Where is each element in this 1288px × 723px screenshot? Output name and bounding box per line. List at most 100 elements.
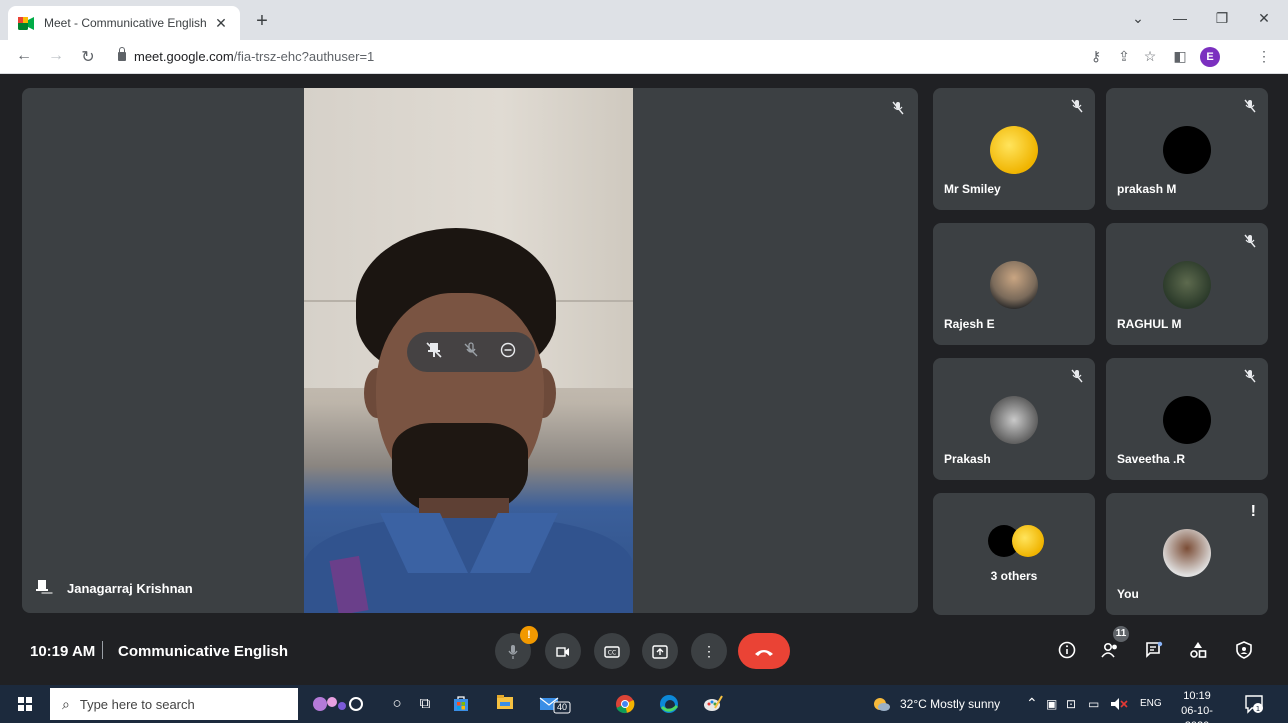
muted-mic-icon <box>1242 233 1258 249</box>
meet-stage: Janagarraj Krishnan Mr Smiley prakash M … <box>0 75 1288 685</box>
captions-button[interactable]: CC <box>594 633 630 669</box>
leave-call-button[interactable] <box>738 633 790 669</box>
chat-icon[interactable] <box>1142 641 1166 664</box>
key-icon[interactable]: ⚷ <box>1086 48 1106 65</box>
weather-icon[interactable] <box>872 695 892 716</box>
notifications-icon[interactable]: 1 <box>1244 694 1264 717</box>
meeting-time: 10:19 AM <box>30 643 96 660</box>
unpin-icon[interactable] <box>421 341 447 363</box>
muted-mic-icon <box>1069 98 1085 114</box>
avatar <box>1163 529 1211 577</box>
restore-button[interactable]: ❐ <box>1202 10 1242 27</box>
store-icon[interactable] <box>450 694 472 714</box>
main-tile-mute-icon <box>890 100 906 121</box>
alert-icon[interactable]: ! <box>1251 503 1256 521</box>
side-panel-icon[interactable]: ◧ <box>1170 48 1190 65</box>
people-icon[interactable] <box>1098 641 1122 664</box>
mail-badge: 40 <box>556 702 567 712</box>
search-highlight-icon[interactable] <box>308 694 366 714</box>
windows-start-icon[interactable] <box>18 697 32 711</box>
divider <box>102 641 103 659</box>
file-explorer-icon[interactable] <box>494 694 516 714</box>
forward-icon[interactable]: → <box>44 47 68 65</box>
pin-icon <box>36 580 48 596</box>
tray-display-icon[interactable]: ▭ <box>1088 697 1099 711</box>
participant-tile[interactable]: Prakash <box>933 358 1095 480</box>
window-close-button[interactable]: ✕ <box>1244 10 1284 27</box>
participant-name: RAGHUL M <box>1117 317 1182 331</box>
mic-warning-badge: ! <box>520 626 538 644</box>
camera-toggle-button[interactable] <box>545 633 581 669</box>
new-tab-button[interactable]: + <box>250 10 274 33</box>
host-controls-icon[interactable] <box>1232 641 1256 664</box>
weather-text[interactable]: 32°C Mostly sunny <box>900 697 1000 711</box>
tile-hover-controls <box>407 332 535 372</box>
address-bar: ← → ↻ meet.google.com/fia-trsz-ehc?authu… <box>0 40 1288 74</box>
menu-kebab-icon[interactable]: ⋮ <box>1254 48 1274 65</box>
clock-date: 06-10-2020 <box>1181 705 1213 723</box>
participant-tile[interactable]: Rajesh E <box>933 223 1095 345</box>
reload-icon[interactable]: ↻ <box>76 47 100 67</box>
activities-icon[interactable] <box>1186 641 1210 664</box>
volume-muted-icon[interactable] <box>1110 697 1128 714</box>
muted-mic-icon <box>1069 368 1085 384</box>
tray-network-icon[interactable]: ⊡ <box>1066 697 1076 711</box>
mute-participant-icon[interactable] <box>458 341 484 363</box>
avatar <box>1163 126 1211 174</box>
tray-app-icon[interactable]: ▣ <box>1046 697 1057 711</box>
others-tile[interactable]: 3 others <box>933 493 1095 615</box>
language-indicator[interactable]: ENG <box>1140 698 1162 709</box>
show-hidden-icons[interactable]: ⌃ <box>1026 695 1038 712</box>
minimize-button[interactable]: — <box>1160 10 1200 26</box>
google-meet-icon <box>18 16 34 30</box>
muted-mic-icon <box>1242 98 1258 114</box>
edge-icon[interactable] <box>658 694 680 714</box>
participant-tile[interactable]: Saveetha .R <box>1106 358 1268 480</box>
meeting-title: Communicative English <box>118 643 289 660</box>
presenter-name: Janagarraj Krishnan <box>67 581 193 596</box>
main-video-tile[interactable]: Janagarraj Krishnan <box>22 88 918 613</box>
participant-tile[interactable]: prakash M <box>1106 88 1268 210</box>
participant-tile[interactable]: Mr Smiley <box>933 88 1095 210</box>
avatar <box>990 126 1038 174</box>
paint-icon[interactable] <box>702 694 724 714</box>
lock-icon[interactable] <box>118 47 126 61</box>
muted-mic-icon <box>1242 368 1258 384</box>
more-options-button[interactable]: ⋮ <box>691 633 727 669</box>
participant-tile[interactable]: RAGHUL M <box>1106 223 1268 345</box>
participant-name: prakash M <box>1117 182 1177 196</box>
url-field[interactable]: meet.google.com/fia-trsz-ehc?authuser=1 <box>134 49 374 64</box>
url-path: /fia-trsz-ehc?authuser=1 <box>233 49 375 64</box>
windows-taskbar: ⌕ Type here to search ○ ⧉ 40 32°C Mostly… <box>0 685 1288 723</box>
tab-search-button[interactable]: ⌄ <box>1118 10 1158 27</box>
participant-name: Prakash <box>944 452 991 466</box>
participant-name: You <box>1117 587 1139 601</box>
avatar <box>990 396 1038 444</box>
present-screen-button[interactable] <box>642 633 678 669</box>
tab-title: Meet - Communicative English <box>44 16 207 30</box>
people-count-badge: 11 <box>1113 626 1129 642</box>
remove-participant-icon[interactable] <box>495 342 521 363</box>
url-host: meet.google.com <box>134 49 234 64</box>
task-view-icon[interactable]: ⧉ <box>414 694 436 714</box>
profile-avatar[interactable]: E <box>1200 47 1220 67</box>
back-icon[interactable]: ← <box>12 47 36 65</box>
svg-text:1: 1 <box>1256 705 1260 713</box>
chrome-icon[interactable] <box>614 694 636 714</box>
meeting-details-icon[interactable] <box>1055 641 1079 664</box>
tab-close-icon[interactable]: ✕ <box>212 15 230 32</box>
taskbar-clock[interactable]: 10:19 06-10-2020 <box>1170 689 1224 723</box>
avatar <box>990 261 1038 309</box>
browser-tab-strip: Meet - Communicative English ✕ + ⌄ — ❐ ✕ <box>0 0 1288 40</box>
self-tile[interactable]: ! You <box>1106 493 1268 615</box>
participant-name: Rajesh E <box>944 317 995 331</box>
clock-time: 10:19 <box>1183 690 1211 702</box>
bookmark-star-icon[interactable]: ☆ <box>1140 48 1160 65</box>
taskbar-search-box[interactable]: ⌕ Type here to search <box>50 688 298 720</box>
share-icon[interactable]: ⇪ <box>1114 48 1134 65</box>
svg-text:CC: CC <box>608 650 616 657</box>
cortana-icon[interactable]: ○ <box>386 694 408 714</box>
avatar <box>1163 261 1211 309</box>
others-count-label: 3 others <box>990 569 1038 583</box>
browser-tab-meet[interactable]: Meet - Communicative English ✕ <box>8 6 240 40</box>
